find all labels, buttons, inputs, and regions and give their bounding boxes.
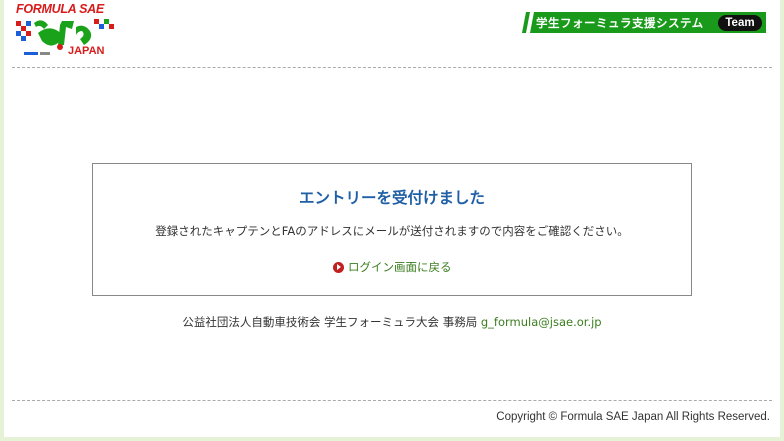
header-divider [12,67,772,68]
team-badge: Team [718,15,762,31]
contact-info: 公益社団法人自動車技術会 学生フォーミュラ大会 事務局 g_formula@js… [4,314,780,330]
confirmation-message: 登録されたキャプテンとFAのアドレスにメールが送付されますので内容をご確認くださ… [155,224,629,238]
back-to-login-label: ログイン画面に戻る [348,260,452,274]
banner-title: 学生フォーミュラ支援システム [536,16,704,30]
contact-email-link[interactable]: g_formula@jsae.or.jp [481,315,602,329]
logo-bottom-text: JAPAN [68,45,105,57]
logo-top-text: FORMULA SAE [16,2,104,16]
organization-text: 公益社団法人自動車技術会 学生フォーミュラ大会 事務局 [182,315,481,329]
copyright-text: Copyright © Formula SAE Japan All Rights… [496,411,770,423]
confirmation-title: エントリーを受付けました [298,189,485,207]
system-banner: 学生フォーミュラ支援システム Team [518,12,766,33]
footer-divider [12,400,772,401]
back-to-login-link[interactable]: ログイン画面に戻る [333,259,452,275]
page: FORMULA SAE JAPAN 学生フォーミュラ支援システム Team エン… [4,0,780,437]
confirmation-panel: エントリーを受付けました 登録されたキャプテンとFAのアドレスにメールが送付され… [92,163,692,296]
formula-sae-japan-logo[interactable]: FORMULA SAE JAPAN [14,2,118,60]
play-circle-icon [333,261,344,273]
